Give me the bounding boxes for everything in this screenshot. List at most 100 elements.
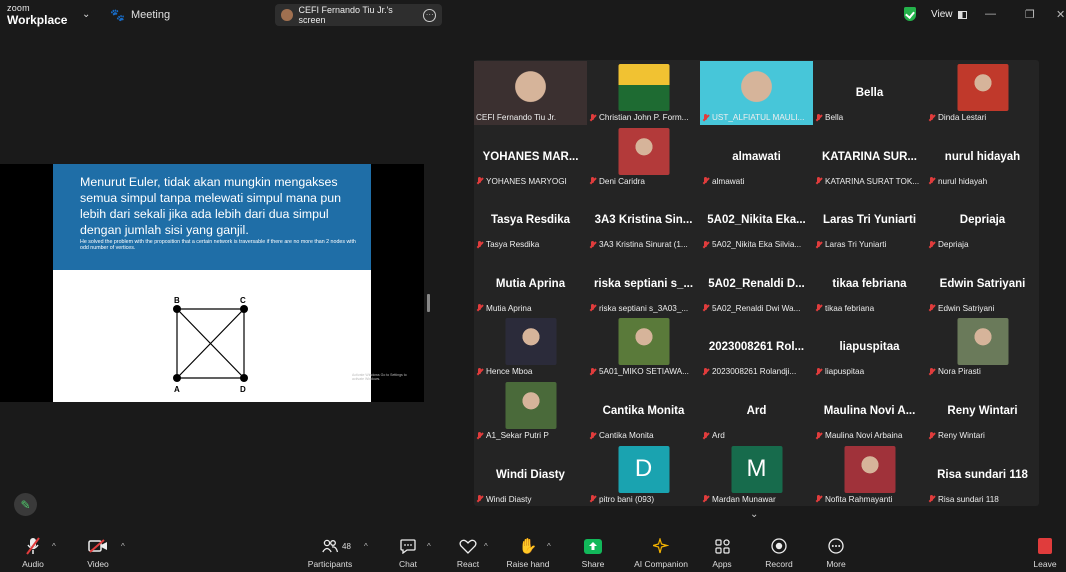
participant-label-text: A1_Sekar Putri P: [486, 431, 549, 440]
audio-options-chevron-icon[interactable]: ^: [52, 542, 56, 551]
participant-tile[interactable]: Hence Mboa: [474, 315, 587, 379]
participant-tile[interactable]: Cantika Monita Cantika Monita: [587, 379, 700, 443]
participant-tile[interactable]: CEFI Fernando Tiu Jr.: [474, 61, 587, 125]
participant-tile[interactable]: 3A3 Kristina Sin... 3A3 Kristina Sinurat …: [587, 188, 700, 252]
participant-tile[interactable]: Dpitro bani (093): [587, 443, 700, 507]
app-logo[interactable]: zoom Workplace: [7, 4, 67, 27]
participant-tile[interactable]: Bella Bella: [813, 61, 926, 125]
react-button[interactable]: React: [438, 536, 498, 569]
react-options-chevron-icon[interactable]: ^: [484, 542, 488, 551]
participant-display-name: riska septiani s_...: [593, 277, 694, 290]
participant-tile[interactable]: 5A01_MIKO SETIAWA...: [587, 315, 700, 379]
participant-tile[interactable]: KATARINA SUR... KATARINA SURAT TOK...: [813, 125, 926, 189]
more-options-icon[interactable]: ···: [423, 8, 436, 22]
audio-label: Audio: [22, 559, 44, 569]
participant-display-name: YOHANES MAR...: [482, 150, 579, 163]
leave-button[interactable]: Leave: [1015, 536, 1066, 569]
raise-hand-button[interactable]: ✋ Raise hand: [498, 536, 558, 569]
participant-tile[interactable]: Dinda Lestari: [926, 61, 1039, 125]
participant-tile[interactable]: Tasya Resdika Tasya Resdika: [474, 188, 587, 252]
view-layout-icon: [957, 10, 967, 19]
participant-tile[interactable]: Christian John P. Form...: [587, 61, 700, 125]
participant-name-label: Christian John P. Form...: [589, 113, 698, 122]
participant-tile[interactable]: Ard Ard: [700, 379, 813, 443]
ai-companion-button[interactable]: AI Companion: [631, 536, 691, 569]
participant-tile[interactable]: Reny Wintari Reny Wintari: [926, 379, 1039, 443]
gallery-scroll-down-icon[interactable]: ⌄: [750, 509, 758, 520]
close-icon[interactable]: ✕: [1056, 8, 1065, 21]
participant-tile[interactable]: Edwin Satriyani Edwin Satriyani: [926, 252, 1039, 316]
mic-muted-icon: [928, 113, 935, 122]
participant-label-text: Risa sundari 118: [938, 494, 999, 504]
participant-label-text: 5A02_Nikita Eka Silvia...: [712, 240, 802, 250]
participant-name-label: Windi Diasty: [476, 495, 585, 504]
participant-tile[interactable]: A1_Sekar Putri P: [474, 379, 587, 443]
participant-label-text: Bella: [825, 113, 844, 122]
participant-display-name: tikaa febriana: [832, 277, 907, 290]
chat-button[interactable]: Chat: [378, 536, 438, 569]
mic-muted-icon: [476, 240, 483, 249]
participant-tile[interactable]: Risa sundari 118 Risa sundari 118: [926, 443, 1039, 507]
video-button[interactable]: Video: [68, 536, 128, 569]
participant-tile[interactable]: 2023008261 Rol... 2023008261 Rolandji...: [700, 315, 813, 379]
shield-icon[interactable]: [904, 7, 916, 21]
participant-tile[interactable]: Nofita Rahmayanti: [813, 443, 926, 507]
audio-button[interactable]: Audio: [3, 536, 63, 569]
chevron-down-icon[interactable]: ⌄: [82, 9, 90, 20]
zoom-meeting-window: zoom Workplace ⌄ 🐾 Meeting CEFI Fernando…: [0, 0, 1066, 572]
video-options-chevron-icon[interactable]: ^: [121, 542, 125, 551]
restore-icon[interactable]: ❐: [1025, 8, 1035, 21]
participant-tile[interactable]: liapuspitaa liapuspitaa: [813, 315, 926, 379]
share-screen-button[interactable]: Share: [563, 536, 623, 569]
participant-tile[interactable]: 5A02_Renaldi D... 5A02_Renaldi Dwi Wa...: [700, 252, 813, 316]
chat-options-chevron-icon[interactable]: ^: [427, 542, 431, 551]
mic-muted-icon: [702, 113, 709, 122]
slide-header: Menurut Euler, tidak akan mungkin mengak…: [53, 164, 371, 270]
participant-label-text: Reny Wintari: [938, 431, 985, 440]
raise-hand-options-chevron-icon[interactable]: ^: [547, 542, 551, 551]
participant-photo: [505, 382, 556, 429]
participant-photo: [957, 64, 1008, 111]
participant-tile[interactable]: riska septiani s_... riska septiani s_3A0…: [587, 252, 700, 316]
view-button[interactable]: View: [931, 9, 967, 20]
mic-muted-icon: [476, 431, 483, 440]
chat-icon: [400, 536, 416, 556]
participant-tile[interactable]: Mutia Aprina Mutia Aprina: [474, 252, 587, 316]
sharer-avatar: [281, 9, 293, 21]
participant-tile[interactable]: tikaa febriana tikaa febriana: [813, 252, 926, 316]
mic-muted-icon: [476, 177, 483, 185]
mic-muted-icon: [815, 367, 822, 376]
participant-tile[interactable]: M Mardan Munawar: [700, 443, 813, 507]
annotate-pencil-icon[interactable]: ✎: [14, 493, 37, 516]
screen-share-indicator[interactable]: CEFI Fernando Tiu Jr.'s screen ···: [275, 4, 442, 26]
view-label: View: [931, 9, 953, 20]
participant-tile[interactable]: nurul hidayah nurul hidayah: [926, 125, 1039, 189]
node-b: [173, 305, 181, 313]
participant-name-label: nurul hidayah: [928, 177, 1037, 186]
participants-button[interactable]: Participants: [300, 536, 360, 569]
split-view-handle[interactable]: [427, 294, 430, 312]
participant-tile[interactable]: Deni Caridra: [587, 125, 700, 189]
participants-options-chevron-icon[interactable]: ^: [364, 542, 368, 551]
participant-photo: [618, 64, 669, 111]
participant-tile[interactable]: Windi Diasty Windi Diasty: [474, 443, 587, 507]
participant-name-label: Tasya Resdika: [476, 240, 585, 249]
participant-tile[interactable]: UST_ALFIATUL MAULI...: [700, 61, 813, 125]
participant-name-label: Laras Tri Yuniarti: [815, 240, 924, 249]
participant-name-label: Risa sundari 118: [928, 495, 1037, 504]
participant-tile[interactable]: Nora Pirasti: [926, 315, 1039, 379]
more-button[interactable]: More: [806, 536, 866, 569]
participant-tile[interactable]: Maulina Novi A... Maulina Novi Arbaina: [813, 379, 926, 443]
participant-tile[interactable]: Laras Tri Yuniarti Laras Tri Yuniarti: [813, 188, 926, 252]
participant-tile[interactable]: 5A02_Nikita Eka... 5A02_Nikita Eka Silvia…: [700, 188, 813, 252]
mic-muted-icon: [815, 304, 822, 312]
meeting-info-button[interactable]: 🐾 Meeting: [110, 8, 170, 22]
meeting-toolbar: Audio ^ Video ^ Participants 48 ^ Chat ^: [0, 532, 1066, 572]
record-button[interactable]: Record: [749, 536, 809, 569]
participant-tile[interactable]: Depriaja Depriaja: [926, 188, 1039, 252]
participant-tile[interactable]: almawati almawati: [700, 125, 813, 189]
participant-tile[interactable]: YOHANES MAR... YOHANES MARYOGI: [474, 125, 587, 189]
apps-button[interactable]: Apps: [692, 536, 752, 569]
minimize-icon[interactable]: —: [985, 8, 996, 20]
video-off-icon: [88, 536, 108, 556]
